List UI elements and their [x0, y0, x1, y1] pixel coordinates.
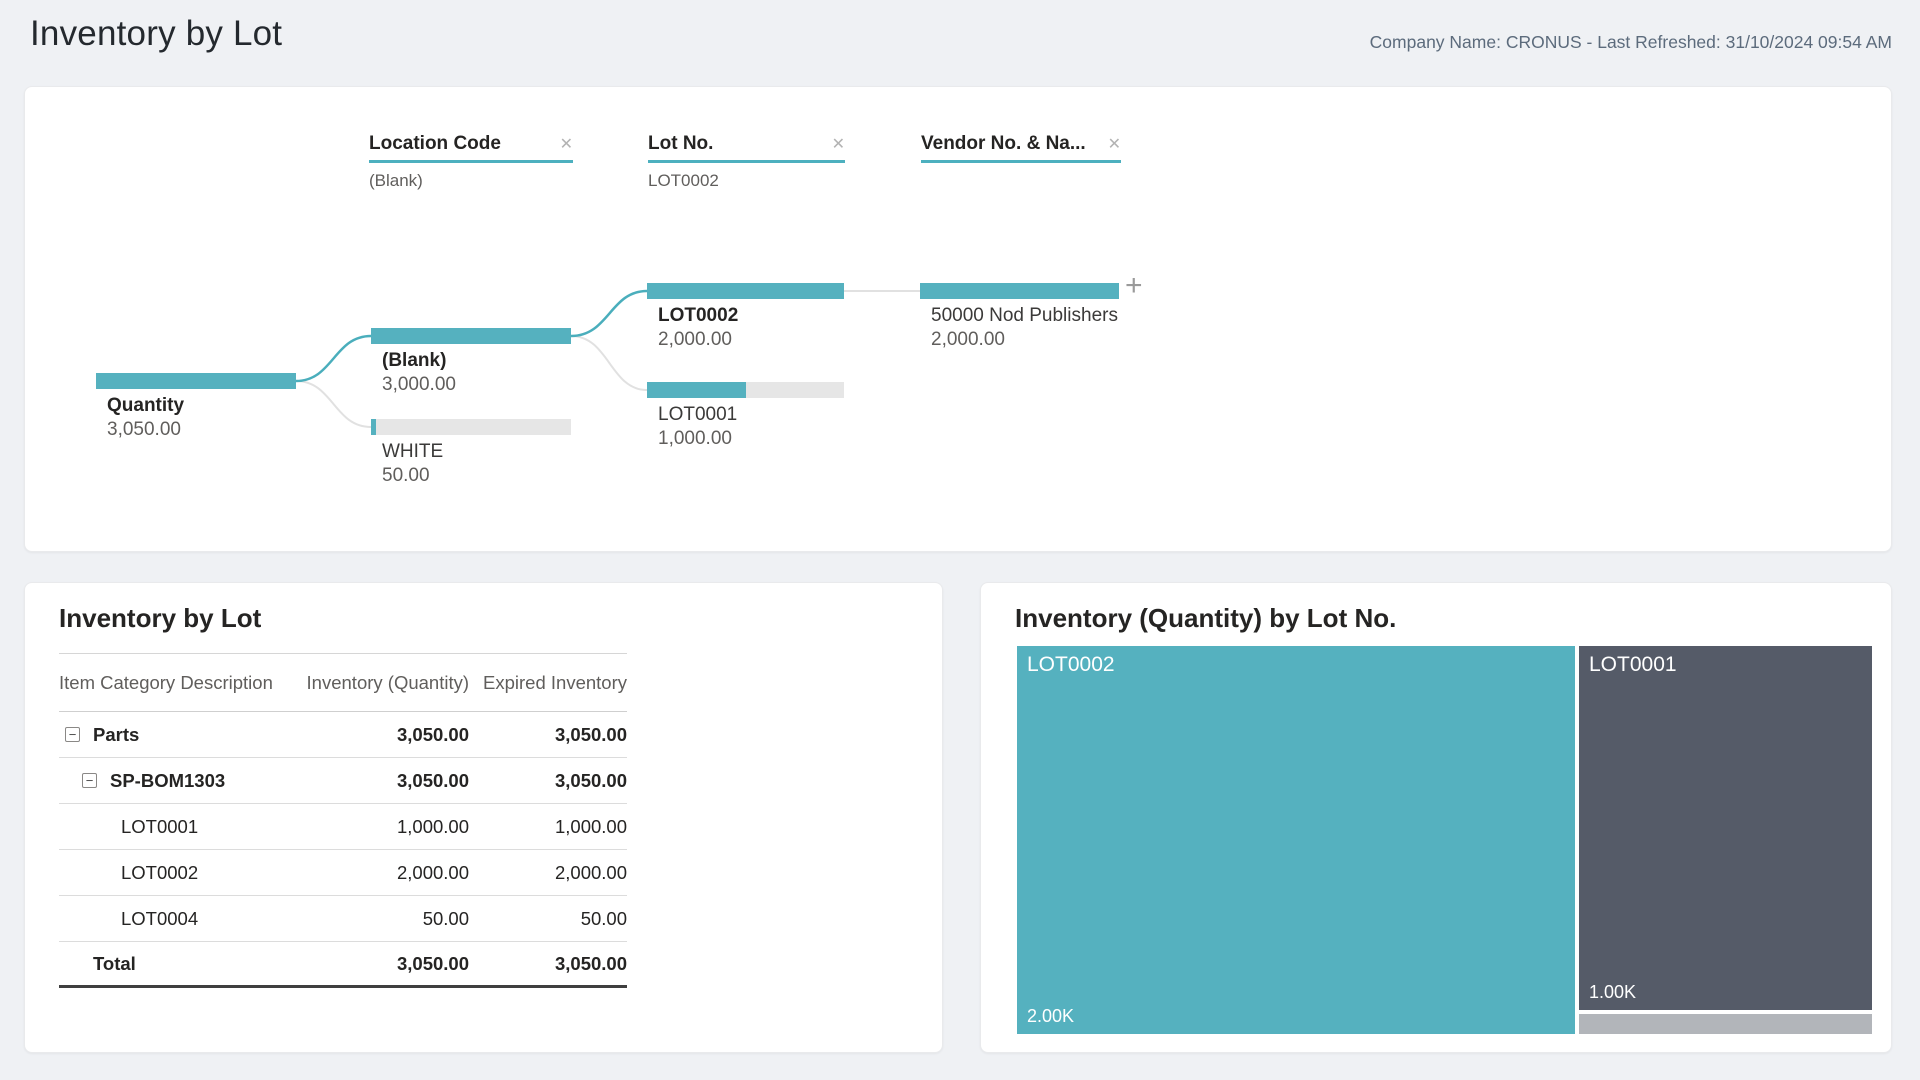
node-value: 1,000.00: [658, 428, 844, 450]
row-expired: 2,000.00: [469, 862, 627, 884]
page-title: Inventory by Lot: [30, 14, 282, 54]
tree-node-white[interactable]: WHITE 50.00: [371, 419, 571, 487]
row-expired: 3,050.00: [469, 724, 627, 746]
table-row-lot0002[interactable]: LOT0002 2,000.00 2,000.00: [59, 850, 627, 896]
table-row-lot0004[interactable]: LOT0004 50.00 50.00: [59, 896, 627, 942]
node-bar: [371, 328, 571, 344]
report-meta: Company Name: CRONUS - Last Refreshed: 3…: [1370, 32, 1892, 53]
treemap-block-lot0001[interactable]: LOT0001 1.00K: [1579, 646, 1872, 1010]
treemap-block-value: 1.00K: [1589, 982, 1636, 1003]
treemap-block-lot0004[interactable]: [1579, 1014, 1872, 1034]
row-quantity: 2,000.00: [305, 862, 469, 884]
node-bar: [647, 382, 844, 398]
column-header-category[interactable]: Item Category Description: [59, 672, 305, 694]
treemap: LOT0002 2.00K LOT0001 1.00K: [1017, 646, 1872, 1034]
row-expired: 1,000.00: [469, 816, 627, 838]
tree-node-quantity[interactable]: Quantity 3,050.00: [96, 373, 296, 441]
table-header-row: Item Category Description Inventory (Qua…: [59, 654, 627, 712]
node-value: 2,000.00: [931, 329, 1119, 351]
row-label: LOT0001: [121, 816, 198, 838]
minus-glyph: −: [86, 774, 94, 787]
row-label: SP-BOM1303: [110, 770, 225, 792]
tree-node-lot0002[interactable]: LOT0002 2,000.00: [647, 283, 844, 351]
treemap-block-label: LOT0001: [1589, 653, 1677, 677]
inventory-table: Item Category Description Inventory (Qua…: [59, 653, 627, 988]
node-value: 50.00: [382, 465, 571, 487]
treemap-block-lot0002[interactable]: LOT0002 2.00K: [1017, 646, 1575, 1034]
table-title: Inventory by Lot: [59, 603, 261, 634]
node-value: 3,050.00: [107, 419, 296, 441]
dashboard-page: Inventory by Lot Company Name: CRONUS - …: [0, 0, 1920, 1080]
row-expired: 50.00: [469, 908, 627, 930]
inventory-table-card: Inventory by Lot Item Category Descripti…: [24, 582, 943, 1053]
node-label: WHITE: [382, 441, 571, 463]
node-value: 2,000.00: [658, 329, 844, 351]
node-label: LOT0001: [658, 404, 844, 426]
row-label: Total: [93, 953, 136, 975]
row-label: Parts: [93, 724, 139, 746]
node-label: (Blank): [382, 350, 571, 372]
expand-level-icon[interactable]: +: [1125, 271, 1143, 301]
row-label: LOT0002: [121, 862, 198, 884]
node-label: 50000 Nod Publishers: [931, 305, 1119, 327]
column-header-expired[interactable]: Expired Inventory: [469, 672, 627, 694]
treemap-card: Inventory (Quantity) by Lot No. LOT0002 …: [980, 582, 1892, 1053]
treemap-title: Inventory (Quantity) by Lot No.: [1015, 603, 1396, 634]
row-label: LOT0004: [121, 908, 198, 930]
node-label: LOT0002: [658, 305, 844, 327]
row-expired: 3,050.00: [469, 770, 627, 792]
minus-glyph: −: [69, 728, 77, 741]
table-row-total[interactable]: Total 3,050.00 3,050.00: [59, 942, 627, 988]
node-bar: [96, 373, 296, 389]
row-quantity: 3,050.00: [305, 724, 469, 746]
table-row-lot0001[interactable]: LOT0001 1,000.00 1,000.00: [59, 804, 627, 850]
row-quantity: 1,000.00: [305, 816, 469, 838]
node-bar: [920, 283, 1119, 299]
row-quantity: 50.00: [305, 908, 469, 930]
tree-node-lot0001[interactable]: LOT0001 1,000.00: [647, 382, 844, 450]
table-row-sp-bom1303[interactable]: − SP-BOM1303 3,050.00 3,050.00: [59, 758, 627, 804]
tree-node-vendor[interactable]: 50000 Nod Publishers 2,000.00: [920, 283, 1119, 351]
row-quantity: 3,050.00: [305, 770, 469, 792]
table-row-parts[interactable]: − Parts 3,050.00 3,050.00: [59, 712, 627, 758]
collapse-icon[interactable]: −: [82, 773, 97, 788]
row-expired: 3,050.00: [469, 953, 627, 975]
node-label: Quantity: [107, 395, 296, 417]
node-bar: [647, 283, 844, 299]
treemap-block-value: 2.00K: [1027, 1006, 1074, 1027]
treemap-block-label: LOT0002: [1027, 653, 1115, 677]
column-header-quantity[interactable]: Inventory (Quantity): [305, 672, 469, 694]
tree-node-blank[interactable]: (Blank) 3,000.00: [371, 328, 571, 396]
decomposition-tree-card: Location Code ✕ (Blank) Lot No. ✕ LOT000…: [24, 86, 1892, 552]
node-value: 3,000.00: [382, 374, 571, 396]
node-bar: [371, 419, 571, 435]
collapse-icon[interactable]: −: [65, 727, 80, 742]
row-quantity: 3,050.00: [305, 953, 469, 975]
